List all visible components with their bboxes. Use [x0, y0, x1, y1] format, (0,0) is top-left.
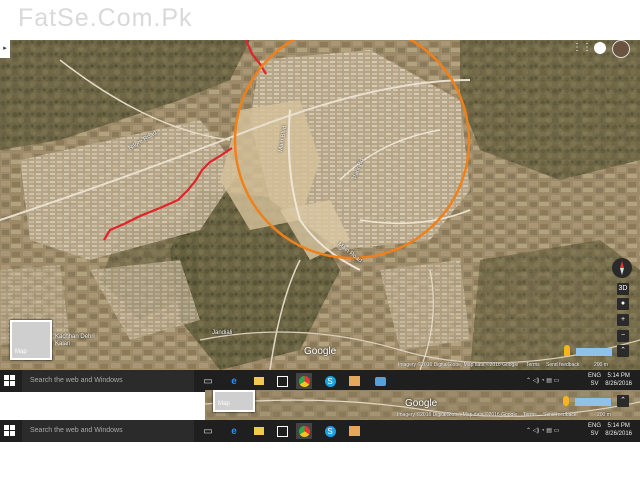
map-type-toggle[interactable]: Map	[10, 320, 52, 360]
skype-icon[interactable]: S	[322, 423, 338, 439]
clock-time: 5:14 PM	[607, 423, 630, 429]
keyboard-layout: SV	[590, 431, 599, 437]
apps-grid-icon[interactable]: ⋮⋮	[572, 42, 592, 53]
taskbar-duplicate: Search the web and Windows ▭ e S ⌃ ◁) ◔ …	[0, 420, 640, 442]
satellite-map[interactable]: Nilore Road Main Blvd Park Rd Main Road …	[0, 40, 640, 370]
language-code: ENG	[588, 423, 602, 429]
map-type-label: Map	[218, 401, 230, 407]
send-feedback-link[interactable]: Send feedback	[543, 412, 576, 418]
language-code: ENG	[588, 373, 602, 379]
map-type-toggle[interactable]: Map	[213, 390, 255, 412]
tray-icons[interactable]: ⌃ ◁) ◔ ▤ ▭	[526, 370, 559, 392]
store-icon[interactable]	[274, 373, 290, 389]
edge-icon[interactable]: e	[226, 373, 242, 389]
zoom-out-button[interactable]: −	[617, 330, 629, 342]
file-explorer-icon[interactable]	[251, 373, 267, 389]
imagery-thumbnails[interactable]	[575, 398, 611, 406]
pegman-icon[interactable]	[563, 396, 569, 406]
keyboard-layout: SV	[590, 381, 599, 387]
notifications-icon[interactable]	[594, 42, 606, 54]
compass-icon[interactable]	[612, 258, 632, 278]
google-logo: Google	[405, 398, 438, 409]
pegman-icon[interactable]	[564, 345, 570, 356]
clock-date: 8/26/2016	[605, 431, 632, 437]
file-explorer-icon[interactable]	[251, 423, 267, 439]
taskbar: Search the web and Windows ▭ e S ⌃ ◁) ◔ …	[0, 370, 640, 392]
place-label: Kachhan Dehri Kalan	[55, 334, 95, 347]
windows-start-button[interactable]	[4, 425, 16, 437]
taskbar-clock[interactable]: 5:14 PM 8/26/2016	[605, 372, 632, 388]
store-icon[interactable]	[274, 423, 290, 439]
input-language[interactable]: ENG SV	[588, 372, 601, 388]
photos-icon[interactable]	[372, 373, 388, 389]
taskbar-clock[interactable]: 5:14 PM 8/26/2016	[605, 422, 632, 438]
map-attribution: Imagery ©2016 DigitalGlobe, Map data ©20…	[397, 412, 518, 418]
clock-time: 5:14 PM	[607, 373, 630, 379]
scale-bar: 200 m	[597, 412, 611, 418]
task-view-icon[interactable]: ▭	[200, 373, 216, 389]
sidebar-toggle-button[interactable]: ▸	[0, 40, 10, 58]
edge-icon[interactable]: e	[226, 423, 242, 439]
terms-link[interactable]: Terms	[526, 362, 540, 368]
send-feedback-link[interactable]: Send feedback	[546, 362, 579, 368]
windows-start-button[interactable]	[4, 375, 16, 387]
skype-icon[interactable]: S	[322, 373, 338, 389]
scale-bar: 200 m	[594, 362, 608, 368]
terms-link[interactable]: Terms	[523, 412, 537, 418]
zoom-in-button[interactable]: +	[617, 314, 629, 326]
tray-icons[interactable]: ⌃ ◁) ◔ ▤ ▭	[526, 420, 559, 442]
chrome-icon[interactable]	[296, 373, 312, 389]
map-attribution: Imagery ©2016 DigitalGlobe, Map data ©20…	[398, 362, 519, 368]
map-type-label: Map	[15, 349, 27, 355]
rotate-button[interactable]: ●	[617, 298, 629, 310]
tilt-3d-button[interactable]: 3D	[617, 283, 629, 295]
clock-date: 8/26/2016	[605, 381, 632, 387]
input-language[interactable]: ENG SV	[588, 422, 601, 438]
chrome-icon[interactable]	[296, 423, 312, 439]
task-view-icon[interactable]: ▭	[200, 423, 216, 439]
taskbar-search-box[interactable]: Search the web and Windows	[22, 420, 194, 442]
place-label: Jandiali	[212, 330, 233, 336]
media-player-icon[interactable]	[346, 373, 362, 389]
media-player-icon[interactable]	[346, 423, 362, 439]
expand-imagery-button[interactable]: ⌃	[617, 395, 629, 407]
satellite-map-duplicate[interactable]: Map Google Imagery ©2016 DigitalGlobe, M…	[205, 390, 640, 420]
avatar[interactable]	[612, 40, 630, 58]
site-watermark: FatSe.Com.Pk	[18, 4, 193, 32]
google-logo: Google	[304, 346, 337, 357]
taskbar-search-box[interactable]: Search the web and Windows	[22, 370, 194, 392]
expand-imagery-button[interactable]: ⌃	[617, 345, 629, 357]
imagery-thumbnails[interactable]	[576, 348, 612, 356]
